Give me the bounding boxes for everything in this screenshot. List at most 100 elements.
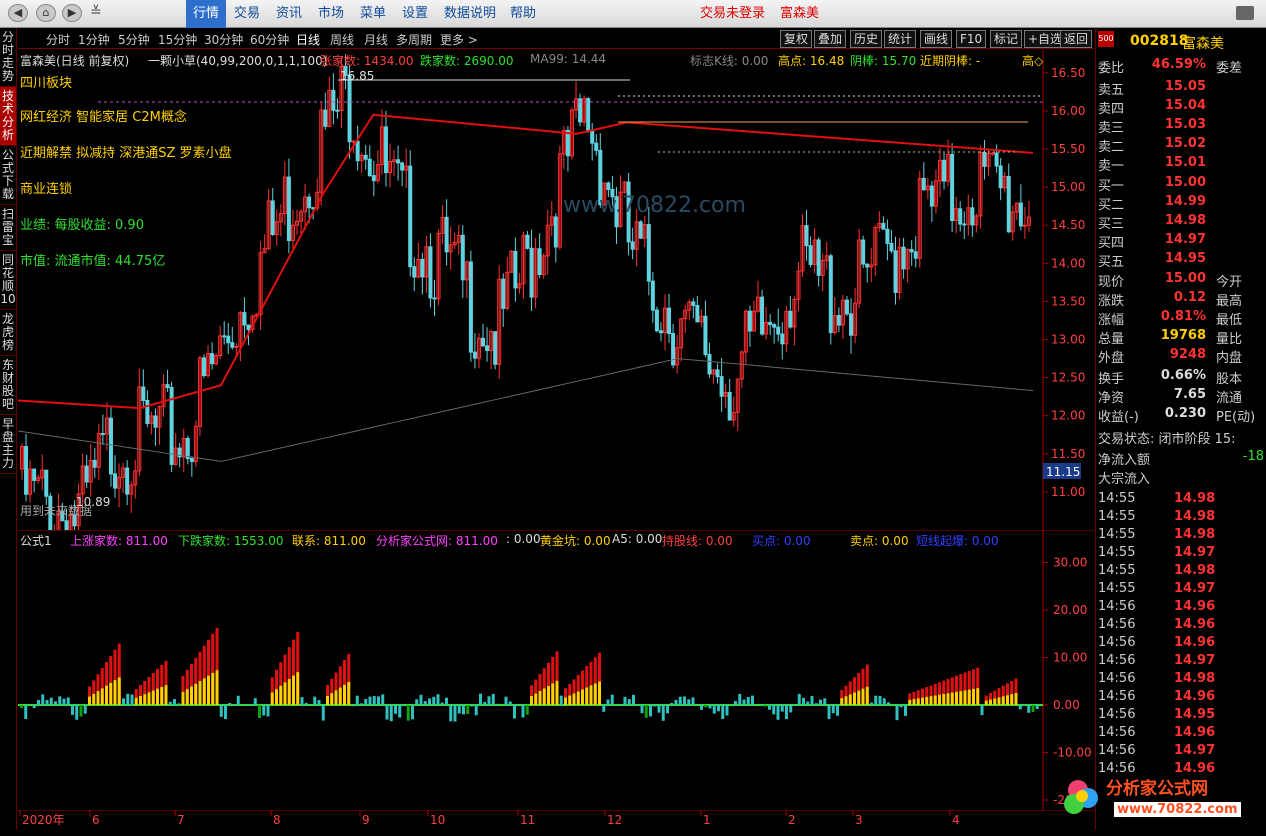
- period-more[interactable]: 更多 >: [440, 31, 478, 48]
- candle-body: [444, 216, 449, 253]
- menu-trade[interactable]: 交易: [234, 0, 260, 28]
- sub-bar-neg: [649, 705, 652, 717]
- sub-bar-neg: [513, 705, 516, 719]
- collapse-icon[interactable]: ≚: [90, 4, 102, 20]
- sub-bar-yellow: [207, 675, 210, 705]
- tick-row: 14:55 14.98: [1098, 509, 1216, 524]
- period-week[interactable]: 周线: [330, 31, 354, 48]
- sub-bar-neg: [895, 705, 899, 721]
- sub-bar-yellow: [279, 685, 283, 705]
- candle-body: [371, 175, 376, 182]
- sub-bar-pos: [751, 695, 754, 705]
- nav-intraday[interactable]: 分时走势: [0, 28, 16, 87]
- nav-mine-scan[interactable]: 扫雷宝: [0, 205, 16, 251]
- current-stock: 富森美: [780, 6, 820, 21]
- period-30m[interactable]: 30分钟: [204, 31, 243, 48]
- candle-body: [501, 278, 506, 309]
- period-5m[interactable]: 5分钟: [118, 31, 150, 48]
- tick-row: 14:56 14.95: [1098, 707, 1216, 722]
- period-day[interactable]: 日线: [296, 31, 320, 48]
- candle-body: [64, 520, 69, 530]
- btn-overlay[interactable]: 叠加: [814, 30, 847, 48]
- menu-quotes[interactable]: 行情: [186, 0, 227, 28]
- nav-ths10[interactable]: 同花顺10: [0, 251, 16, 310]
- tick-row: 14:55 14.97: [1098, 545, 1216, 560]
- period-15m[interactable]: 15分钟: [158, 31, 197, 48]
- period-1m[interactable]: 1分钟: [78, 31, 110, 48]
- menu-help[interactable]: 帮助: [510, 0, 536, 28]
- menu-data-help[interactable]: 数据说明: [444, 0, 496, 28]
- login-status[interactable]: 交易未登录: [700, 0, 765, 28]
- sub-bar-yellow: [925, 696, 929, 705]
- sub-tick: -10.00: [1053, 746, 1092, 760]
- back-icon[interactable]: ◀: [8, 4, 28, 22]
- sub-tick: 0.00: [1053, 698, 1080, 712]
- candle-body: [719, 376, 724, 397]
- menu-market[interactable]: 市场: [318, 0, 344, 28]
- sub-bar-pos: [236, 695, 240, 705]
- period-60m[interactable]: 60分钟: [250, 31, 289, 48]
- month-label: 2: [788, 813, 796, 827]
- btn-draw[interactable]: 画线: [920, 30, 953, 48]
- candle-body: [468, 261, 473, 353]
- nav-tech-analysis[interactable]: 技术分析: [0, 87, 16, 146]
- period-multi[interactable]: 多周期: [396, 31, 432, 48]
- btn-f10[interactable]: F10: [956, 30, 987, 48]
- sub-bar-pos: [245, 703, 249, 705]
- nav-morning-main[interactable]: 早盘主力: [0, 415, 16, 474]
- sub-bar-yellow: [296, 672, 300, 705]
- menu-news[interactable]: 资讯: [276, 0, 302, 28]
- ask-row: 卖三 15.03: [1098, 117, 1206, 136]
- sub-bar-pos: [364, 698, 368, 705]
- indicator-subchart[interactable]: 30.0020.0010.000.00-10.00-20.00: [18, 530, 1094, 810]
- btn-stats[interactable]: 统计: [884, 30, 917, 48]
- month-label: 11: [520, 813, 535, 827]
- sub-bar-yellow: [147, 692, 151, 705]
- month-label: 9: [362, 813, 370, 827]
- sub-bar-pos: [372, 696, 376, 705]
- sub-bar-pos: [496, 703, 499, 705]
- level-icon[interactable]: 500: [1098, 31, 1114, 47]
- candle-body: [893, 250, 898, 293]
- menu-settings[interactable]: 设置: [402, 0, 428, 28]
- sub-bar-pos: [508, 701, 512, 705]
- sub-bar-yellow: [997, 697, 1001, 705]
- sub-bar-pos: [627, 699, 631, 705]
- indicator-name[interactable]: 一颗小草(40,99,200,0,1,1,100): [148, 52, 328, 69]
- nav-dragon-tiger[interactable]: 龙虎榜: [0, 310, 16, 356]
- forward-icon[interactable]: ▶: [62, 4, 82, 22]
- candle-body: [646, 224, 651, 282]
- period-intraday[interactable]: 分时: [46, 31, 70, 48]
- sub-bar-pos: [419, 694, 423, 705]
- sub-bar-pos: [819, 699, 822, 705]
- btn-mark[interactable]: 标记: [990, 30, 1023, 48]
- sub-bar-yellow: [576, 691, 580, 705]
- period-month[interactable]: 月线: [364, 31, 388, 48]
- nav-forum[interactable]: 东财股吧: [0, 356, 16, 415]
- sub-bar-yellow: [598, 681, 601, 705]
- sub-bar-neg: [1023, 705, 1026, 706]
- sub-bar-yellow: [185, 689, 189, 705]
- sub-bar-pos: [309, 704, 312, 705]
- btn-fuquan[interactable]: 复权: [780, 30, 813, 48]
- btn-return[interactable]: 返回: [1060, 30, 1093, 48]
- sub-bar-neg: [394, 705, 397, 714]
- watermark: www.70822.com: [563, 193, 746, 218]
- nav-formula-download[interactable]: 公式下载: [0, 146, 16, 205]
- home-icon[interactable]: ⌂: [36, 4, 56, 22]
- candle-body: [816, 239, 821, 276]
- left-nav: 分时走势 技术分析 公式下载 扫雷宝 同花顺10 龙虎榜 东财股吧 早盘主力: [0, 28, 17, 830]
- btn-history[interactable]: 历史: [850, 30, 883, 48]
- bid-row: 买一 15.00: [1098, 175, 1206, 194]
- tick-row: 14:55 14.98: [1098, 491, 1216, 506]
- sub-bar-yellow: [929, 696, 933, 705]
- candle-body: [210, 353, 215, 365]
- stat-row: 涨跌 0.12 最高: [1098, 290, 1243, 309]
- sub-bar-neg: [75, 705, 79, 720]
- sub-bar-yellow: [109, 682, 113, 705]
- candle-body: [189, 458, 194, 463]
- menu-menu[interactable]: 菜单: [360, 0, 386, 28]
- minimize-icon[interactable]: [1236, 6, 1254, 20]
- ask-row: 卖二 15.02: [1098, 136, 1206, 155]
- sub-bar-neg: [1027, 705, 1031, 713]
